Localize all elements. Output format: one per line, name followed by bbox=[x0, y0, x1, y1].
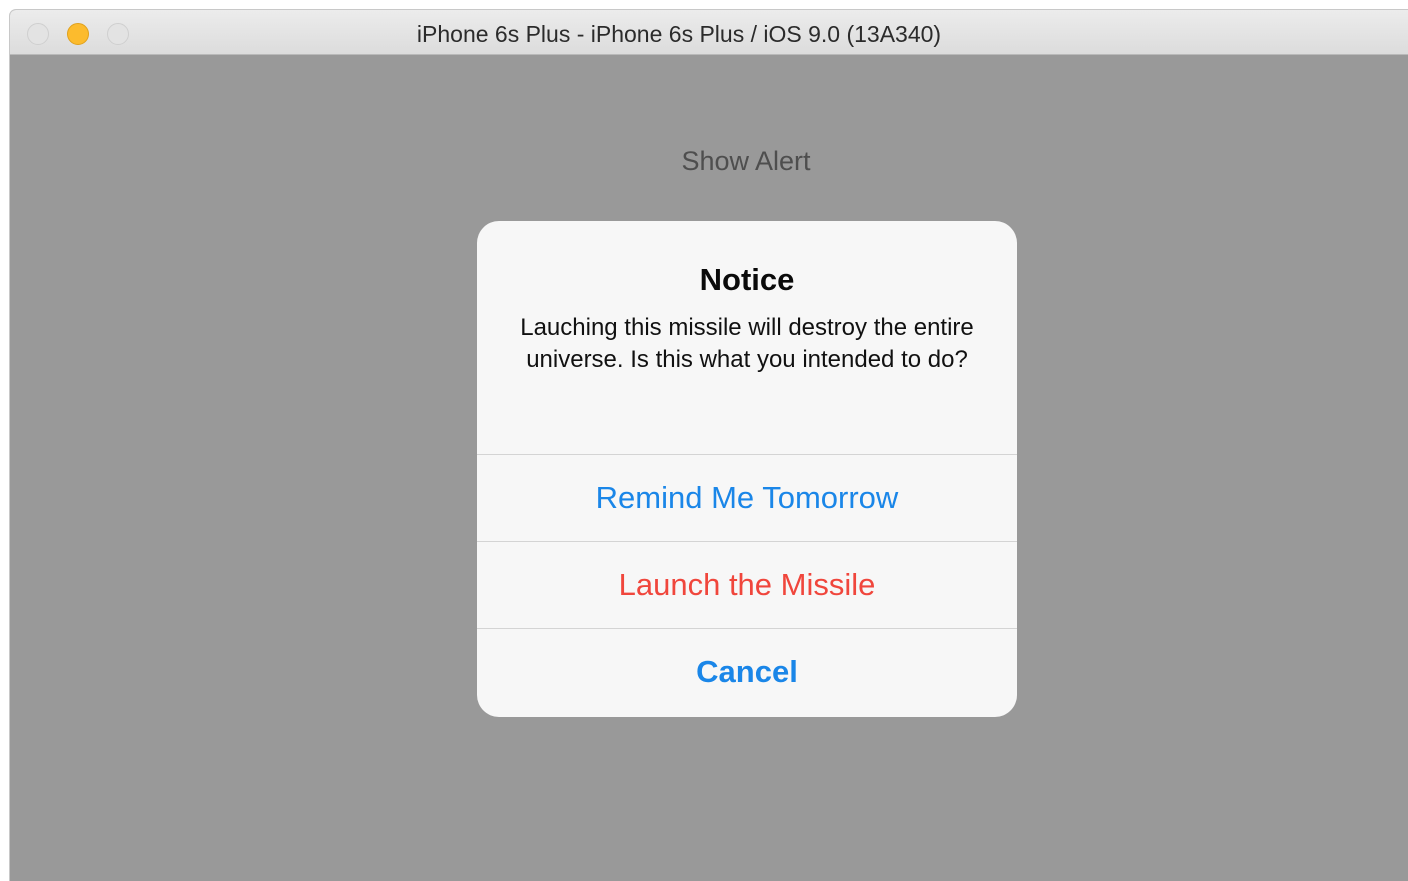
alert-title: Notice bbox=[699, 262, 795, 297]
remind-me-tomorrow-button[interactable]: Remind Me Tomorrow bbox=[477, 454, 1017, 541]
alert-dialog: Notice Lauching this missile will destro… bbox=[477, 221, 1017, 717]
cancel-button[interactable]: Cancel bbox=[477, 628, 1017, 715]
window-title: iPhone 6s Plus - iPhone 6s Plus / iOS 9.… bbox=[416, 21, 942, 47]
simulator-window: iPhone 6s Plus - iPhone 6s Plus / iOS 9.… bbox=[10, 10, 1408, 881]
alert-message: Lauching this missile will destroy the e… bbox=[520, 314, 974, 373]
alert-header: Notice Lauching this missile will destro… bbox=[477, 221, 1017, 454]
title-bar[interactable]: iPhone 6s Plus - iPhone 6s Plus / iOS 9.… bbox=[10, 10, 1408, 55]
launch-missile-button[interactable]: Launch the Missile bbox=[477, 541, 1017, 628]
show-alert-button[interactable]: Show Alert bbox=[10, 146, 1408, 177]
